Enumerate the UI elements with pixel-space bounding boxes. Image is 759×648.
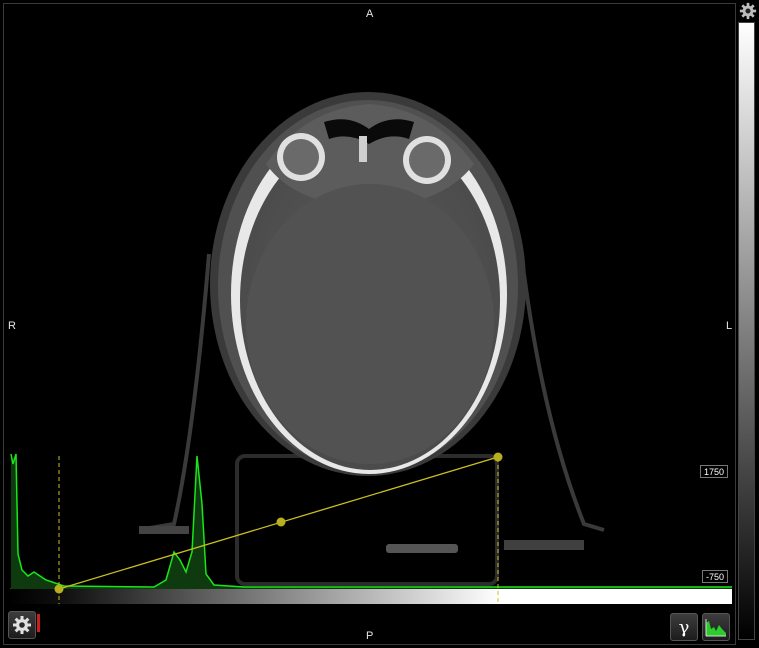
- viewer-window: A P R L 1750 -750 γ: [0, 0, 759, 648]
- window-max-value: 1750: [700, 465, 729, 478]
- histogram-settings-button[interactable]: [8, 611, 36, 639]
- gamma-button[interactable]: γ: [670, 613, 698, 641]
- grayscale-saturated: [500, 589, 732, 604]
- control-point-mid[interactable]: [276, 517, 286, 527]
- control-point-min[interactable]: [54, 584, 64, 594]
- histogram-icon: [705, 619, 726, 637]
- control-point-max[interactable]: [493, 452, 503, 462]
- gear-icon: [13, 616, 31, 634]
- gear-icon: [739, 2, 756, 19]
- histogram-fill: [11, 454, 732, 589]
- viewport-settings-button[interactable]: [738, 1, 757, 20]
- grayscale-colorbar: [738, 22, 755, 640]
- window-min-value: -750: [702, 570, 729, 583]
- marker-red: [37, 614, 40, 632]
- image-viewport[interactable]: A P R L 1750 -750 γ: [3, 3, 736, 645]
- histogram-toggle-button[interactable]: [702, 613, 730, 641]
- histogram-panel[interactable]: [4, 4, 736, 645]
- histogram-curve: [10, 453, 732, 588]
- gamma-icon: γ: [678, 616, 690, 638]
- grayscale-ramp: [10, 589, 500, 604]
